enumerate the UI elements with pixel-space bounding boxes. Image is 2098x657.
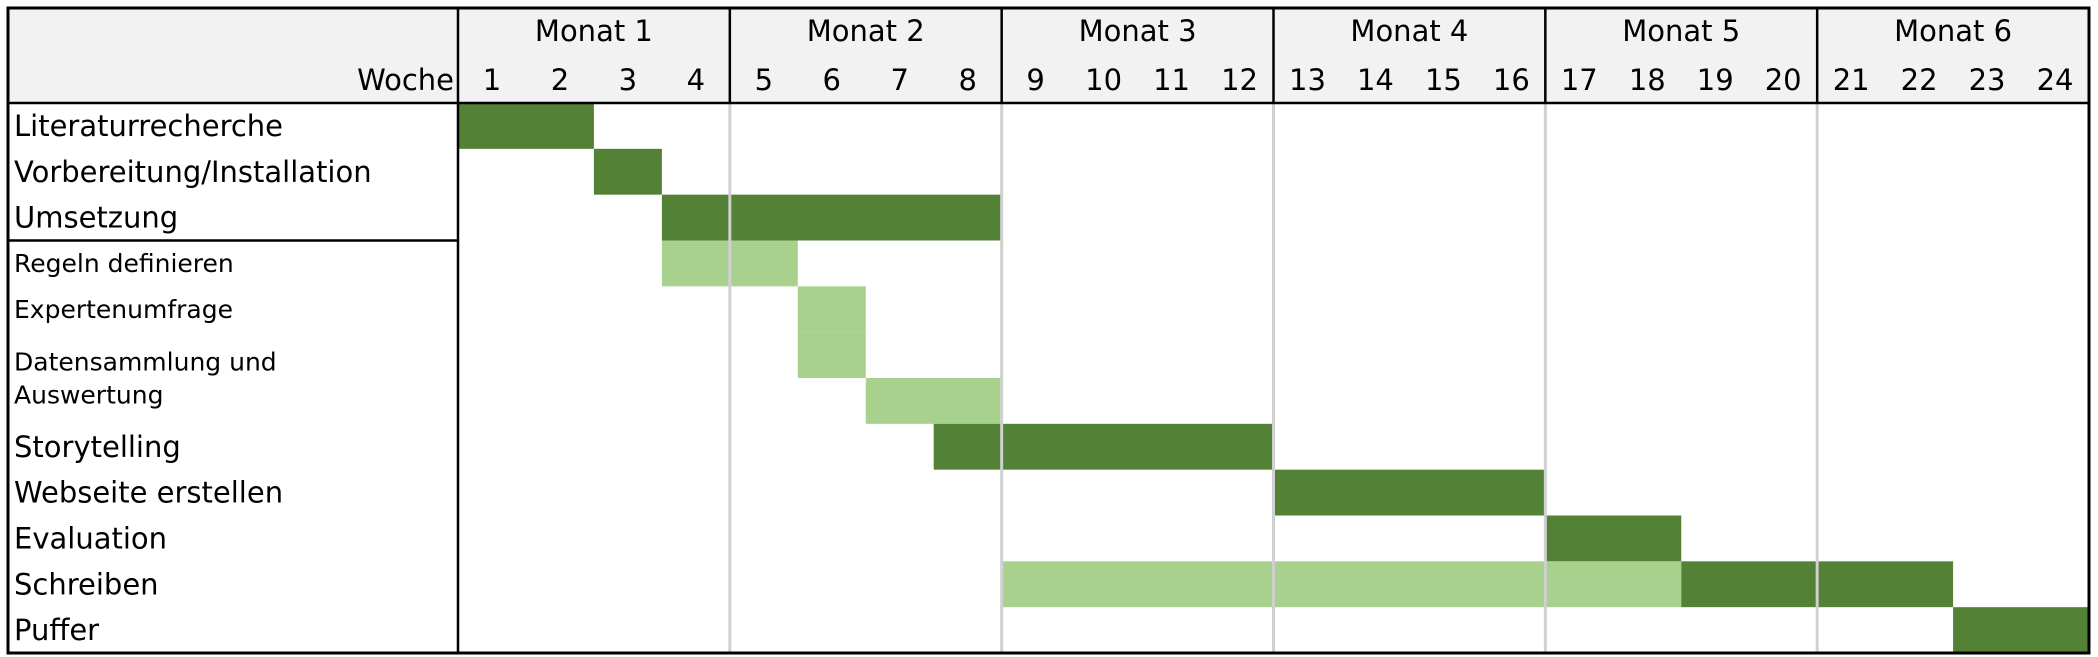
week-number: 2: [551, 63, 569, 97]
week-number: 5: [755, 63, 773, 97]
task-bar: [1001, 561, 1682, 608]
month-label: Monat 4: [1350, 14, 1468, 48]
week-number: 15: [1425, 63, 1462, 97]
week-number: 10: [1085, 63, 1122, 97]
week-number: 16: [1493, 63, 1530, 97]
month-label: Monat 2: [807, 14, 925, 48]
task-bar: [797, 332, 866, 378]
task-label: Evaluation: [14, 522, 167, 556]
week-number: 13: [1289, 63, 1326, 97]
week-number: 12: [1221, 63, 1258, 97]
task-label: Umsetzung: [14, 201, 178, 235]
week-number: 4: [687, 63, 705, 97]
gantt-chart: Monat 1 Monat 2 Monat 3 Monat 4 Monat 5 Monat…: [6, 6, 2091, 655]
week-number: 18: [1629, 63, 1666, 97]
task-bar: [661, 194, 1002, 241]
task-label: Puffer: [14, 613, 99, 647]
week-number: 3: [619, 63, 637, 97]
task-label: Datensammlung und: [14, 347, 277, 376]
task-label: Vorbereitung/Installation: [14, 155, 372, 189]
task-bar: [865, 378, 1002, 424]
task-label: Storytelling: [14, 430, 181, 464]
task-label: Auswertung: [14, 380, 163, 409]
month-label: Monat 5: [1622, 14, 1740, 48]
task-label: Literaturrecherche: [14, 109, 283, 143]
week-number: 17: [1561, 63, 1598, 97]
month-label: Monat 3: [1079, 14, 1197, 48]
task-bar: [1273, 469, 1546, 516]
week-number: 6: [823, 63, 841, 97]
week-number: 22: [1901, 63, 1938, 97]
task-bar: [933, 423, 1274, 470]
task-label: Expertenumfrage: [14, 295, 233, 324]
task-label: Regeln definieren: [14, 249, 234, 278]
chart-border: [6, 6, 2091, 655]
week-number: 8: [958, 63, 976, 97]
week-number: 19: [1697, 63, 1734, 97]
week-number: 24: [2037, 63, 2074, 97]
week-number: 20: [1765, 63, 1802, 97]
month-label: Monat 1: [535, 14, 653, 48]
week-number: 14: [1357, 63, 1394, 97]
week-number: 1: [483, 63, 501, 97]
week-number: 21: [1833, 63, 1870, 97]
task-bar: [593, 148, 662, 195]
task-label: Schreiben: [14, 567, 159, 601]
week-number: 23: [1969, 63, 2006, 97]
task-bar: [1953, 607, 2089, 653]
task-label: Webseite erstellen: [14, 476, 283, 510]
task-bar: [797, 286, 866, 333]
week-header-label: Woche: [357, 63, 454, 97]
week-number: 11: [1153, 63, 1190, 97]
task-bar: [1545, 515, 1682, 562]
month-label: Monat 6: [1894, 14, 2012, 48]
task-bar: [458, 103, 594, 149]
week-number: 7: [891, 63, 909, 97]
week-number: 9: [1026, 63, 1044, 97]
